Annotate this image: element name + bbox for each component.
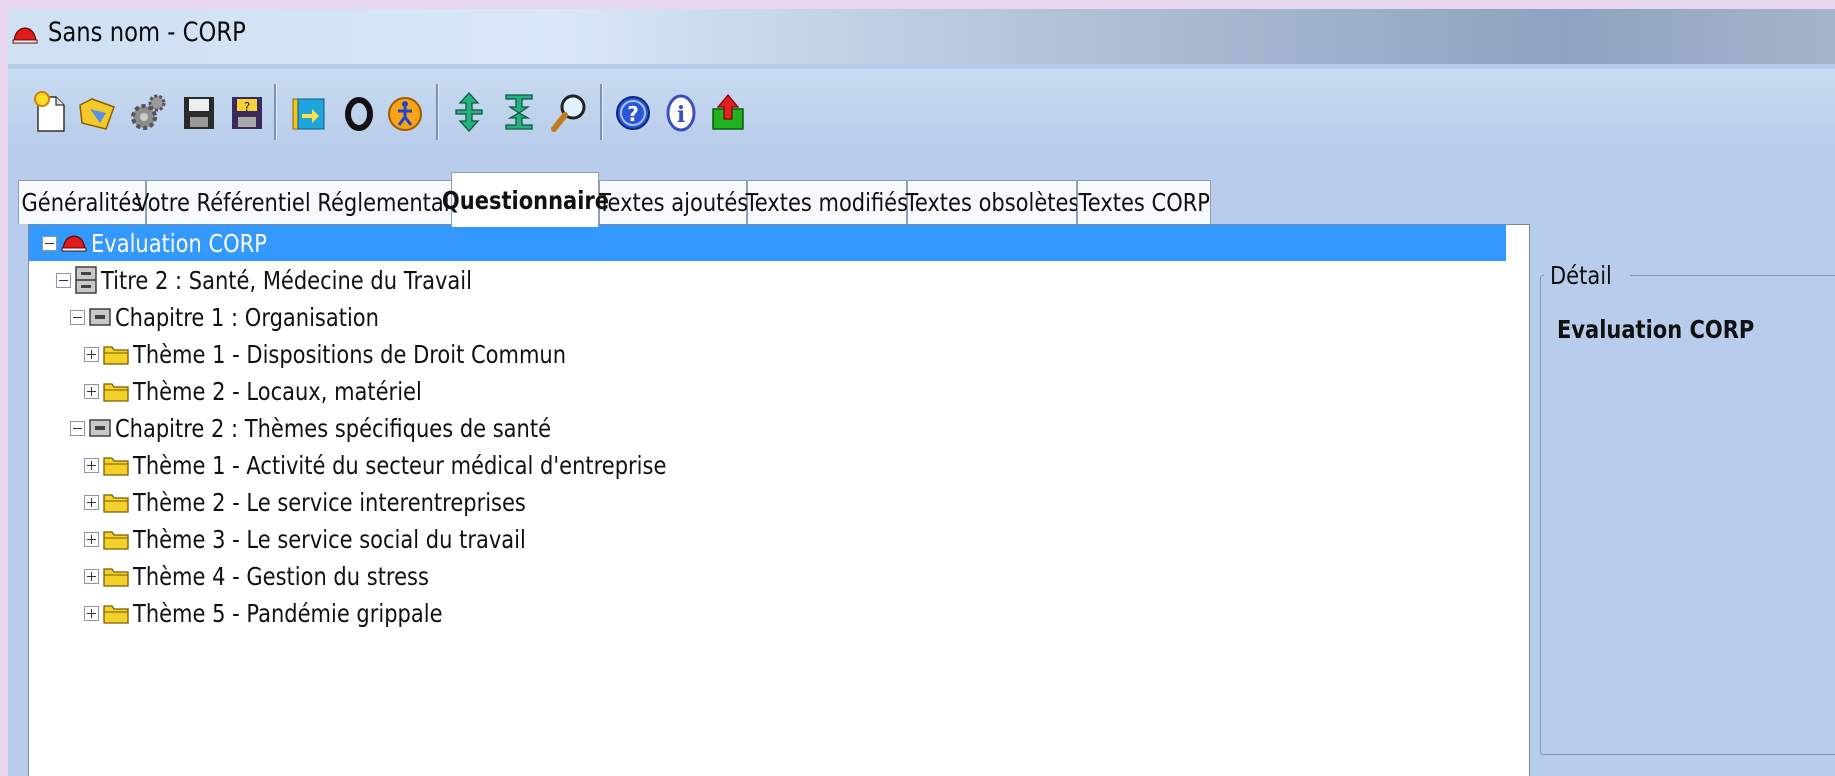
settings-gear-icon[interactable] bbox=[126, 89, 168, 135]
tree-node-titre-2[interactable]: Titre 2 : Santé, Médecine du Travail bbox=[56, 262, 543, 298]
collapse-icon[interactable] bbox=[70, 309, 85, 325]
folder-icon bbox=[103, 605, 129, 624]
folder-icon bbox=[103, 531, 129, 550]
tree-node-theme[interactable]: Thème 4 - Gestion du stress bbox=[84, 558, 485, 594]
toolbar: ? ? i bbox=[8, 69, 1835, 157]
helmet-icon bbox=[61, 235, 87, 252]
questionnaire-tree[interactable]: Evaluation CORP Titre 2 : Santé, Médecin… bbox=[28, 224, 1530, 776]
expand-icon[interactable] bbox=[84, 568, 99, 584]
title-bar[interactable]: Sans nom - CORP bbox=[8, 9, 1835, 64]
svg-text:?: ? bbox=[244, 100, 250, 114]
app-helmet-icon bbox=[12, 27, 38, 44]
tab-bar: Généralités Votre Référentiel Réglementa… bbox=[8, 172, 1835, 227]
tab-referentiel[interactable]: Votre Référentiel Réglementaire bbox=[135, 180, 470, 224]
search-magnifier-icon[interactable] bbox=[548, 89, 590, 135]
collapse-arrows-icon[interactable] bbox=[498, 89, 540, 135]
toolbar-separator bbox=[436, 84, 439, 140]
folder-icon bbox=[103, 457, 129, 476]
tab-questionnaire[interactable]: Questionnaire bbox=[441, 172, 609, 227]
collapse-icon[interactable] bbox=[56, 272, 71, 288]
collapse-icon[interactable] bbox=[42, 235, 57, 251]
drawer-icon bbox=[89, 419, 111, 437]
save-as-floppy-icon[interactable]: ? bbox=[226, 89, 268, 135]
open-folder-icon[interactable] bbox=[76, 89, 118, 135]
collapse-icon[interactable] bbox=[70, 420, 85, 436]
tree-node-chapitre-1[interactable]: Chapitre 1 : Organisation bbox=[70, 299, 429, 335]
tab-textes-corp[interactable]: Textes CORP bbox=[1077, 180, 1211, 224]
figure-circle-icon[interactable] bbox=[384, 89, 426, 135]
expand-icon[interactable] bbox=[84, 383, 99, 399]
expand-icon[interactable] bbox=[84, 457, 99, 473]
tree-node-chapitre-2[interactable]: Chapitre 2 : Thèmes spécifiques de santé bbox=[70, 410, 634, 446]
window-title: Sans nom - CORP bbox=[48, 17, 246, 48]
tree-node-theme[interactable]: Thème 5 - Pandémie grippale bbox=[84, 595, 501, 631]
folder-icon bbox=[103, 346, 129, 365]
toolbar-separator bbox=[274, 84, 277, 140]
drawer-icon bbox=[89, 308, 111, 326]
tree-node-theme[interactable]: Thème 2 - Locaux, matériel bbox=[84, 373, 477, 409]
svg-text:i: i bbox=[677, 102, 685, 128]
svg-text:?: ? bbox=[627, 102, 639, 126]
save-floppy-icon[interactable] bbox=[178, 89, 220, 135]
exit-icon[interactable] bbox=[708, 89, 750, 135]
detail-groupbox bbox=[1540, 275, 1835, 755]
tab-textes-obsoletes[interactable]: Textes obsolètes bbox=[905, 180, 1079, 224]
export-book-icon[interactable] bbox=[288, 89, 330, 135]
expand-icon[interactable] bbox=[84, 494, 99, 510]
folder-icon bbox=[103, 383, 129, 402]
info-icon[interactable]: i bbox=[660, 89, 702, 135]
expand-icon[interactable] bbox=[84, 605, 99, 621]
tab-textes-modifies[interactable]: Textes modifiés bbox=[746, 180, 908, 224]
folder-icon bbox=[103, 494, 129, 513]
tree-node-theme[interactable]: Thème 3 - Le service social du travail bbox=[84, 521, 601, 557]
expand-icon[interactable] bbox=[84, 531, 99, 547]
tree-node-theme[interactable]: Thème 2 - Le service interentreprises bbox=[84, 484, 601, 520]
tab-generalites[interactable]: Généralités bbox=[18, 180, 146, 224]
expand-arrows-icon[interactable] bbox=[448, 89, 490, 135]
detail-title: Evaluation CORP bbox=[1557, 315, 1755, 344]
app-window: Sans nom - CORP ? ? i Généralités Votre … bbox=[8, 9, 1835, 776]
expand-icon[interactable] bbox=[84, 346, 99, 362]
help-icon[interactable]: ? bbox=[612, 89, 654, 135]
folder-icon bbox=[103, 568, 129, 587]
tree-node-evaluation-corp[interactable]: Evaluation CORP bbox=[29, 225, 1506, 261]
tab-textes-ajoutes[interactable]: Textes ajoutés bbox=[598, 180, 748, 224]
detail-group-label: Détail bbox=[1544, 261, 1630, 290]
toolbar-separator bbox=[600, 84, 603, 140]
tree-node-theme[interactable]: Thème 1 - Dispositions de Droit Commun bbox=[84, 336, 649, 372]
cabinet-icon bbox=[75, 266, 97, 294]
new-document-icon[interactable] bbox=[30, 89, 72, 135]
tree-node-theme[interactable]: Thème 1 - Activité du secteur médical d'… bbox=[84, 447, 768, 483]
ring-icon[interactable] bbox=[338, 89, 380, 135]
